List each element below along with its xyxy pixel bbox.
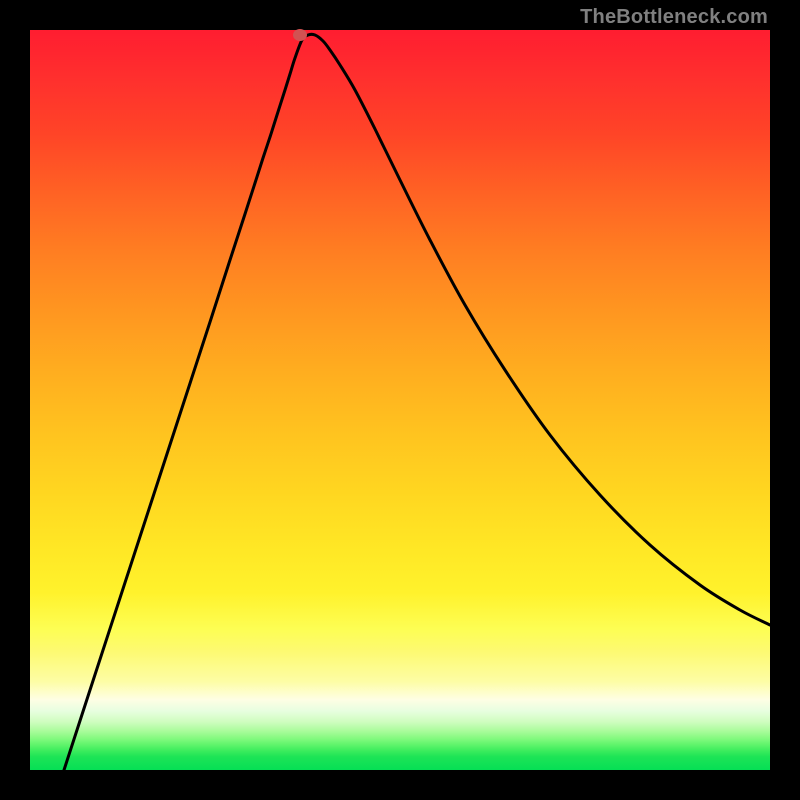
- chart-container: TheBottleneck.com: [0, 0, 800, 800]
- curve-path: [64, 34, 770, 770]
- plot-area: [30, 30, 770, 770]
- watermark-text: TheBottleneck.com: [580, 6, 768, 29]
- curve-svg: [30, 30, 770, 770]
- minimum-marker: [293, 29, 307, 41]
